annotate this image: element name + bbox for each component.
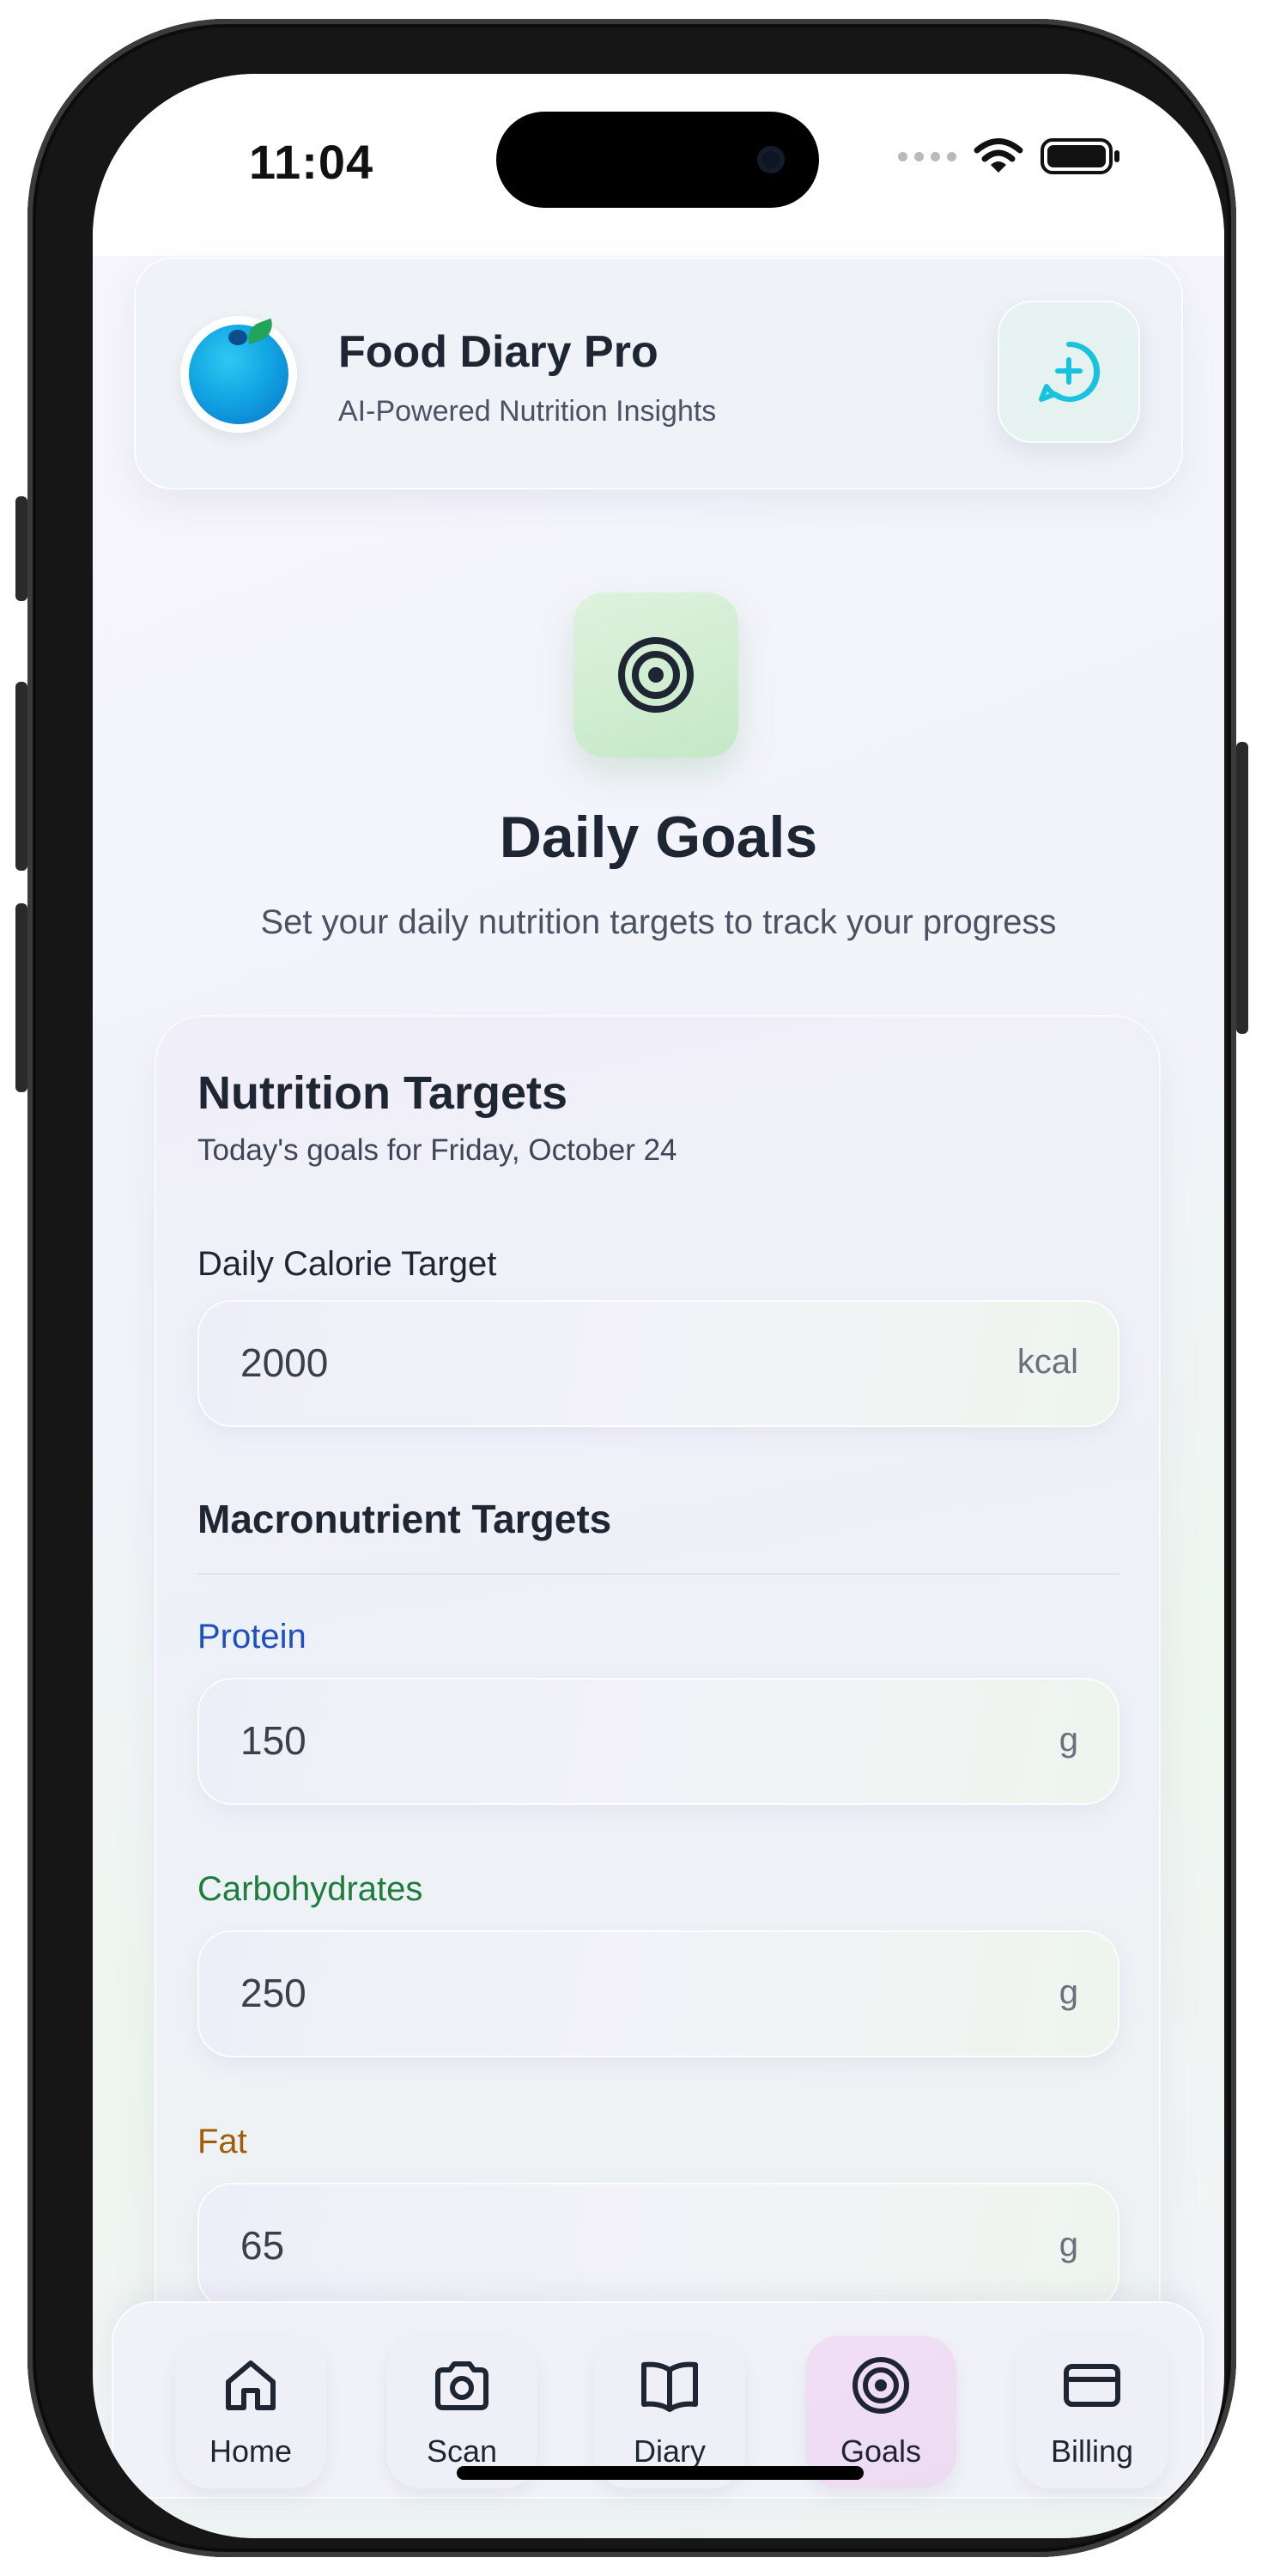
status-time: 11:04 xyxy=(249,135,374,189)
nav-billing[interactable]: Billing xyxy=(1016,2336,1168,2488)
phone-frame: 11:04 Food Diary Pro AI-Powered Nutritio… xyxy=(15,19,1248,2557)
carbs-value: 250 xyxy=(240,1971,306,2015)
page-title: Daily Goals xyxy=(499,805,818,870)
calorie-input[interactable]: 2000 kcal xyxy=(197,1300,1119,1427)
protein-unit: g xyxy=(1059,1721,1078,1759)
fat-unit: g xyxy=(1059,2226,1078,2263)
protein-input[interactable]: 150 g xyxy=(197,1678,1119,1805)
nav-goals-label: Goals xyxy=(840,2433,922,2469)
home-icon xyxy=(226,2360,276,2410)
page-subtitle: Set your daily nutrition targets to trac… xyxy=(260,903,1057,941)
protein-label: Protein xyxy=(197,1618,306,1656)
app-tagline: AI-Powered Nutrition Insights xyxy=(338,395,717,428)
signal-dots-icon xyxy=(898,151,956,161)
card-title: Nutrition Targets xyxy=(197,1067,567,1119)
wifi-icon xyxy=(974,138,1023,173)
chat-plus-icon xyxy=(1039,341,1101,402)
nav-scan-label: Scan xyxy=(426,2433,498,2469)
nav-billing-label: Billing xyxy=(1050,2433,1134,2469)
macros-section-title: Macronutrient Targets xyxy=(197,1497,612,1541)
blueberry-logo-icon xyxy=(180,316,297,433)
fat-value: 65 xyxy=(240,2223,285,2268)
power-button xyxy=(1236,742,1248,1034)
screen: 11:04 Food Diary Pro AI-Powered Nutritio… xyxy=(93,74,1224,2538)
dynamic-island xyxy=(496,112,819,208)
fat-input[interactable]: 65 g xyxy=(197,2183,1119,2310)
battery-icon xyxy=(1041,138,1119,174)
nav-diary-label: Diary xyxy=(633,2433,706,2469)
app-title: Food Diary Pro xyxy=(338,327,658,377)
nav-home[interactable]: Home xyxy=(175,2336,326,2488)
home-indicator[interactable] xyxy=(457,2466,864,2480)
status-bar: 11:04 xyxy=(93,74,1224,256)
action-button xyxy=(15,496,27,601)
carbs-input[interactable]: 250 g xyxy=(197,1930,1119,2057)
calorie-value: 2000 xyxy=(240,1340,329,1385)
nav-home-label: Home xyxy=(209,2433,293,2469)
app-header: Food Diary Pro AI-Powered Nutrition Insi… xyxy=(134,258,1183,489)
section-divider xyxy=(197,1573,1119,1575)
goals-hero-badge xyxy=(573,592,738,757)
target-icon xyxy=(618,637,694,713)
volume-up-button xyxy=(15,682,27,871)
front-camera xyxy=(757,146,785,173)
credit-card-icon xyxy=(1064,2364,1120,2407)
card-date: Today's goals for Friday, October 24 xyxy=(197,1133,677,1167)
protein-value: 150 xyxy=(240,1718,306,1763)
book-icon xyxy=(641,2361,698,2412)
fat-label: Fat xyxy=(197,2123,247,2160)
carbs-label: Carbohydrates xyxy=(197,1870,423,1908)
calorie-label: Daily Calorie Target xyxy=(197,1245,497,1283)
camera-icon xyxy=(435,2361,488,2410)
volume-down-button xyxy=(15,903,27,1092)
status-icons xyxy=(898,137,1121,175)
carbs-unit: g xyxy=(1059,1973,1078,2011)
target-icon xyxy=(852,2357,909,2414)
ai-chat-button[interactable] xyxy=(998,301,1140,443)
calorie-unit: kcal xyxy=(1016,1343,1078,1381)
